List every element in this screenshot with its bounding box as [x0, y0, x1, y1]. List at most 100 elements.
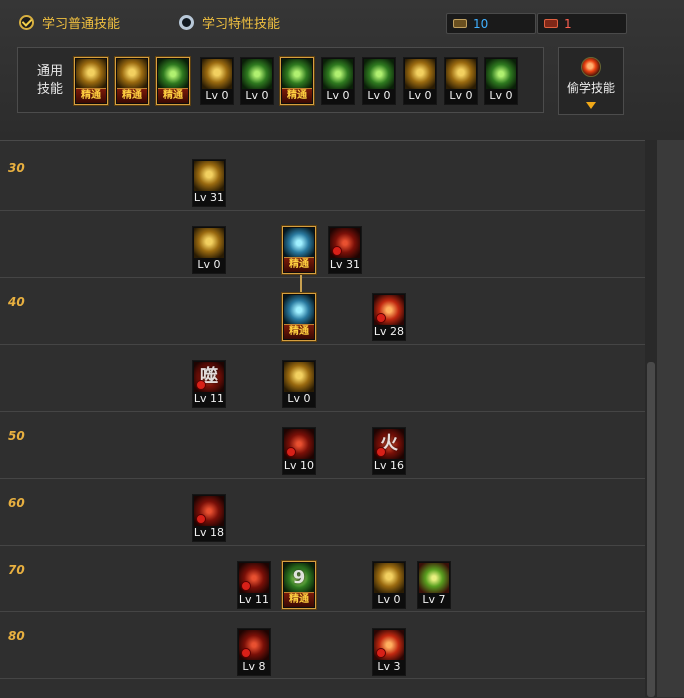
- tree-skill-2[interactable]: Lv 0: [192, 226, 226, 274]
- skill-art-icon: 9: [284, 563, 314, 593]
- level-label: 70: [8, 563, 25, 577]
- skill-header: 学习普通技能 学习特性技能 10 1 通用技能 精通 精通 精通 Lv 0 Lv 0 精通…: [0, 0, 684, 140]
- steal-skill-icon: [581, 57, 601, 77]
- lock-badge-icon: [376, 313, 386, 323]
- skill-level-label: Lv 0: [197, 258, 221, 271]
- tree-skill-17[interactable]: Lv 3: [372, 628, 406, 676]
- tab-learn-trait-skills[interactable]: 学习特性技能: [179, 11, 280, 33]
- skill-level-label: Lv 11: [238, 593, 270, 606]
- skill-art-icon: [158, 59, 188, 89]
- common-skill-10[interactable]: Lv 0: [444, 57, 478, 105]
- skill-level-label: Lv 18: [193, 526, 225, 539]
- mastered-badge: 精通: [76, 88, 106, 103]
- sp-points-value: 10: [473, 16, 489, 31]
- steal-skill-label: 偷学技能: [566, 81, 615, 95]
- skill-art-icon: [419, 563, 449, 593]
- common-skill-1[interactable]: 精通: [74, 57, 108, 105]
- skill-level-label: Lv 8: [242, 660, 266, 673]
- skill-art-icon: [202, 59, 232, 89]
- lock-badge-icon: [196, 380, 206, 390]
- lock-badge-icon: [241, 581, 251, 591]
- common-skill-3[interactable]: 精通: [156, 57, 190, 105]
- checked-radio-icon[interactable]: [19, 14, 34, 30]
- skill-level-label: Lv 28: [373, 325, 405, 338]
- steal-skill-button[interactable]: 偷学技能: [558, 47, 624, 115]
- skill-art-icon: [194, 161, 224, 191]
- tree-skill-12[interactable]: Lv 11: [237, 561, 271, 609]
- skill-art-icon: [405, 59, 435, 89]
- common-skill-4[interactable]: Lv 0: [200, 57, 234, 105]
- tree-scrollbar[interactable]: [645, 140, 657, 697]
- skill-art-icon: [446, 59, 476, 89]
- level-row-divider: [0, 678, 657, 679]
- level-label: 50: [8, 429, 25, 443]
- level-label: 80: [8, 629, 25, 643]
- level-row-divider: [0, 611, 657, 612]
- tree-skill-10[interactable]: 火 Lv 16: [372, 427, 406, 475]
- tab-learn-normal-skills[interactable]: 学习普通技能: [19, 11, 120, 33]
- tree-skill-9[interactable]: Lv 10: [282, 427, 316, 475]
- skill-level-label: Lv 0: [287, 392, 311, 405]
- skill-level-label: Lv 11: [193, 392, 225, 405]
- skill-art-icon: [117, 59, 147, 89]
- book-icon: [453, 19, 467, 28]
- mastered-badge: 精通: [158, 88, 188, 103]
- mastered-badge: 精通: [284, 324, 314, 339]
- level-row-divider: [0, 545, 657, 546]
- tree-skill-15[interactable]: Lv 7: [417, 561, 451, 609]
- skill-art-icon: [284, 228, 314, 258]
- tree-skill-13[interactable]: 9 精通: [282, 561, 316, 609]
- tree-skill-1[interactable]: Lv 31: [192, 159, 226, 207]
- tab-learn-normal-skills-label: 学习普通技能: [42, 16, 121, 32]
- skill-tree: 30 40 50 60 70 80 Lv 31 Lv 0 精通 Lv 31 精通 Lv 28 噬 Lv …: [0, 140, 657, 698]
- common-skills-panel: 通用技能 精通 精通 精通 Lv 0 Lv 0 精通 Lv 0 Lv 0 Lv 0 Lv 0 Lv …: [17, 47, 544, 113]
- common-skill-11[interactable]: Lv 0: [484, 57, 518, 105]
- level-row-divider: [0, 210, 657, 211]
- tree-skill-14[interactable]: Lv 0: [372, 561, 406, 609]
- level-row-divider: [0, 277, 657, 278]
- chevron-down-icon[interactable]: [586, 102, 596, 109]
- skill-art-icon: [374, 563, 404, 593]
- sp-points-counter: 10: [446, 13, 536, 34]
- skill-level-label: Lv 0: [408, 89, 432, 102]
- tree-skill-4[interactable]: Lv 31: [328, 226, 362, 274]
- common-skills-label: 通用技能: [36, 64, 63, 97]
- skill-art-icon: [284, 362, 314, 392]
- level-label: 40: [8, 295, 25, 309]
- skill-level-label: Lv 16: [373, 459, 405, 472]
- tree-skill-8[interactable]: Lv 0: [282, 360, 316, 408]
- skill-level-label: Lv 0: [489, 89, 513, 102]
- lock-badge-icon: [376, 648, 386, 658]
- common-skill-8[interactable]: Lv 0: [362, 57, 396, 105]
- tab-learn-trait-skills-label: 学习特性技能: [202, 16, 281, 32]
- skill-level-label: Lv 0: [449, 89, 473, 102]
- tp-points-value: 1: [564, 16, 572, 31]
- skill-art-icon: [323, 59, 353, 89]
- level-row-divider: [0, 344, 657, 345]
- tree-skill-7[interactable]: 噬 Lv 11: [192, 360, 226, 408]
- lock-badge-icon: [196, 514, 206, 524]
- scrollbar-thumb[interactable]: [647, 362, 655, 697]
- tree-skill-16[interactable]: Lv 8: [237, 628, 271, 676]
- tree-skill-6[interactable]: Lv 28: [372, 293, 406, 341]
- common-skill-6[interactable]: 精通: [280, 57, 314, 105]
- tp-points-counter: 1: [537, 13, 627, 34]
- level-row-divider: [0, 411, 657, 412]
- radio-icon[interactable]: [179, 14, 194, 30]
- common-skill-5[interactable]: Lv 0: [240, 57, 274, 105]
- skill-level-label: Lv 7: [422, 593, 446, 606]
- skill-art-icon: [282, 59, 312, 89]
- mastered-badge: 精通: [282, 88, 312, 103]
- tree-skill-5[interactable]: 精通: [282, 293, 316, 341]
- common-skill-9[interactable]: Lv 0: [403, 57, 437, 105]
- lock-badge-icon: [332, 246, 342, 256]
- skill-art-icon: [486, 59, 516, 89]
- tree-skill-3[interactable]: 精通: [282, 226, 316, 274]
- skill-art-icon: [194, 228, 224, 258]
- red-book-icon: [544, 19, 558, 28]
- tree-skill-11[interactable]: Lv 18: [192, 494, 226, 542]
- common-skill-7[interactable]: Lv 0: [321, 57, 355, 105]
- common-skill-2[interactable]: 精通: [115, 57, 149, 105]
- skill-prerequisite-line: [300, 275, 302, 295]
- skill-level-label: Lv 31: [329, 258, 361, 271]
